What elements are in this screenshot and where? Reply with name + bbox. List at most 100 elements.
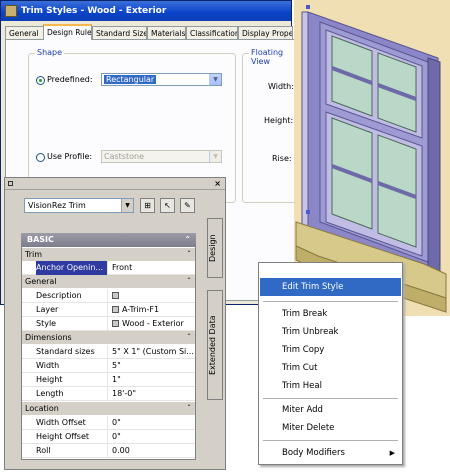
predefined-radio[interactable] bbox=[36, 76, 45, 85]
menu-item-trim-heal[interactable]: Trim Heal bbox=[260, 377, 401, 395]
dialog-title: Trim Styles - Wood - Exterior bbox=[21, 6, 167, 16]
minimize-icon[interactable] bbox=[8, 181, 13, 186]
property-value[interactable]: 5" X 1" (Custom Si... bbox=[112, 345, 194, 359]
property-value[interactable]: 0" bbox=[112, 430, 194, 444]
close-icon[interactable]: × bbox=[214, 178, 221, 189]
description-icon bbox=[112, 292, 119, 299]
property-row-anchor[interactable]: Anchor Openin... Front bbox=[22, 261, 195, 275]
chevron-down-icon: ▼ bbox=[209, 74, 221, 85]
style-icon bbox=[112, 320, 119, 327]
extended-data-tab-label: Extended Data bbox=[208, 315, 217, 375]
tab-standard-sizes[interactable]: Standard Sizes bbox=[92, 26, 147, 40]
floating-view-group: Floating View bbox=[242, 48, 302, 203]
predefined-shape-select[interactable]: Rectangular ▼ bbox=[101, 73, 222, 86]
property-row-roll[interactable]: Roll 0.00 bbox=[22, 444, 195, 458]
property-row-width[interactable]: Width 5" bbox=[22, 359, 195, 373]
property-row-length[interactable]: Length 18'-0" bbox=[22, 387, 195, 401]
tab-extended-data[interactable]: Extended Data bbox=[207, 290, 223, 400]
property-key: Anchor Openin... bbox=[36, 261, 108, 275]
basic-header[interactable]: BASIC ⌃ bbox=[21, 233, 196, 247]
property-key: Length bbox=[36, 387, 108, 401]
menu-item-body-modifiers[interactable]: Body Modifiers ▶ bbox=[260, 444, 401, 462]
tab-classifications[interactable]: Classifications bbox=[186, 26, 238, 40]
dialog-tabs: General Design Rules Standard Sizes Mate… bbox=[5, 24, 293, 40]
property-key: Standard sizes bbox=[36, 345, 108, 359]
height-label: Height: bbox=[264, 116, 294, 125]
menu-item-edit-trim-style[interactable]: Edit Trim Style bbox=[260, 278, 401, 296]
category-trim[interactable]: Trim ˆ bbox=[22, 248, 195, 261]
property-value[interactable]: 18'-0" bbox=[112, 387, 194, 401]
category-general[interactable]: General ˆ bbox=[22, 275, 195, 288]
category-dimensions[interactable]: Dimensions ˆ bbox=[22, 331, 195, 344]
menu-item-miter-delete[interactable]: Miter Delete bbox=[260, 419, 401, 437]
menu-separator bbox=[263, 301, 398, 302]
body-modifiers-label: Body Modifiers bbox=[282, 448, 345, 458]
property-value[interactable]: 0.00 bbox=[112, 444, 194, 458]
chevron-up-icon: ˆ bbox=[187, 333, 191, 342]
chevron-up-icon: ⌃ bbox=[184, 235, 191, 244]
tab-design-rules[interactable]: Design Rules bbox=[43, 24, 92, 40]
menu-item-miter-add[interactable]: Miter Add bbox=[260, 401, 401, 419]
object-type-select[interactable]: VisionRez Trim ▼ bbox=[24, 198, 134, 213]
property-row-style[interactable]: Style Wood - Exterior bbox=[22, 317, 195, 331]
tab-display-properties[interactable]: Display Properti bbox=[238, 26, 293, 40]
use-profile-label: Use Profile: bbox=[47, 152, 93, 161]
property-row-layer[interactable]: Layer A-Trim-F1 bbox=[22, 303, 195, 317]
property-key: Height bbox=[36, 373, 108, 387]
property-value[interactable]: Wood - Exterior bbox=[112, 317, 194, 331]
property-row-width-offset[interactable]: Width Offset 0" bbox=[22, 416, 195, 430]
property-value[interactable]: 5" bbox=[112, 359, 194, 373]
context-menu: Edit Trim Style Trim Break Trim Unbreak … bbox=[258, 262, 403, 465]
property-key: Style bbox=[36, 317, 108, 331]
quick-select-button[interactable]: ↖ bbox=[160, 198, 175, 213]
category-label: Dimensions bbox=[25, 333, 72, 342]
property-key: Roll bbox=[36, 444, 108, 458]
property-value[interactable] bbox=[112, 289, 194, 303]
palette-title-bar[interactable]: × bbox=[5, 178, 225, 190]
dialog-title-bar[interactable]: Trim Styles - Wood - Exterior bbox=[1, 1, 291, 21]
tab-design[interactable]: Design bbox=[207, 218, 223, 278]
property-row-standard-sizes[interactable]: Standard sizes 5" X 1" (Custom Si... bbox=[22, 345, 195, 359]
category-label: General bbox=[25, 277, 57, 286]
trim-style-icon bbox=[5, 5, 17, 17]
grip-icon[interactable] bbox=[306, 5, 310, 9]
category-location[interactable]: Location ˆ bbox=[22, 402, 195, 415]
chevron-down-icon: ▼ bbox=[209, 151, 221, 162]
menu-item-trim-unbreak[interactable]: Trim Unbreak bbox=[260, 323, 401, 341]
property-key: Layer bbox=[36, 303, 108, 317]
property-key: Width Offset bbox=[36, 416, 108, 430]
chevron-up-icon: ˆ bbox=[187, 277, 191, 286]
use-profile-radio[interactable] bbox=[36, 153, 45, 162]
property-value[interactable]: Front bbox=[112, 261, 194, 275]
property-key: Description bbox=[36, 289, 108, 303]
menu-item-trim-break[interactable]: Trim Break bbox=[260, 305, 401, 323]
property-row-height[interactable]: Height 1" bbox=[22, 373, 195, 387]
select-objects-button[interactable]: ⊞ bbox=[140, 198, 155, 213]
shape-group-title: Shape bbox=[35, 48, 65, 57]
menu-item-trim-copy[interactable]: Trim Copy bbox=[260, 341, 401, 359]
grip-icon[interactable] bbox=[306, 210, 310, 214]
tab-materials[interactable]: Materials bbox=[147, 26, 186, 40]
category-label: Trim bbox=[25, 250, 43, 259]
tab-general[interactable]: General bbox=[5, 26, 44, 40]
property-key: Width bbox=[36, 359, 108, 373]
property-row-description[interactable]: Description bbox=[22, 289, 195, 303]
property-row-height-offset[interactable]: Height Offset 0" bbox=[22, 430, 195, 444]
property-value[interactable]: A-Trim-F1 bbox=[112, 303, 194, 317]
profile-select[interactable]: Caststone ▼ bbox=[101, 150, 222, 163]
layer-icon bbox=[112, 306, 119, 313]
style-value: Wood - Exterior bbox=[122, 319, 184, 328]
toggle-pickadd-button[interactable]: ✎ bbox=[180, 198, 195, 213]
chevron-down-icon: ▼ bbox=[121, 199, 133, 212]
chevron-up-icon: ˆ bbox=[187, 404, 191, 413]
menu-separator bbox=[263, 398, 398, 399]
property-value[interactable]: 1" bbox=[112, 373, 194, 387]
menu-separator bbox=[263, 440, 398, 441]
layer-value: A-Trim-F1 bbox=[122, 305, 160, 314]
profile-value: Caststone bbox=[104, 152, 144, 161]
menu-item-trim-cut[interactable]: Trim Cut bbox=[260, 359, 401, 377]
object-type-value: VisionRez Trim bbox=[28, 201, 86, 210]
property-value[interactable]: 0" bbox=[112, 416, 194, 430]
submenu-arrow-icon: ▶ bbox=[389, 449, 395, 457]
predefined-label: Predefined: bbox=[47, 75, 93, 84]
